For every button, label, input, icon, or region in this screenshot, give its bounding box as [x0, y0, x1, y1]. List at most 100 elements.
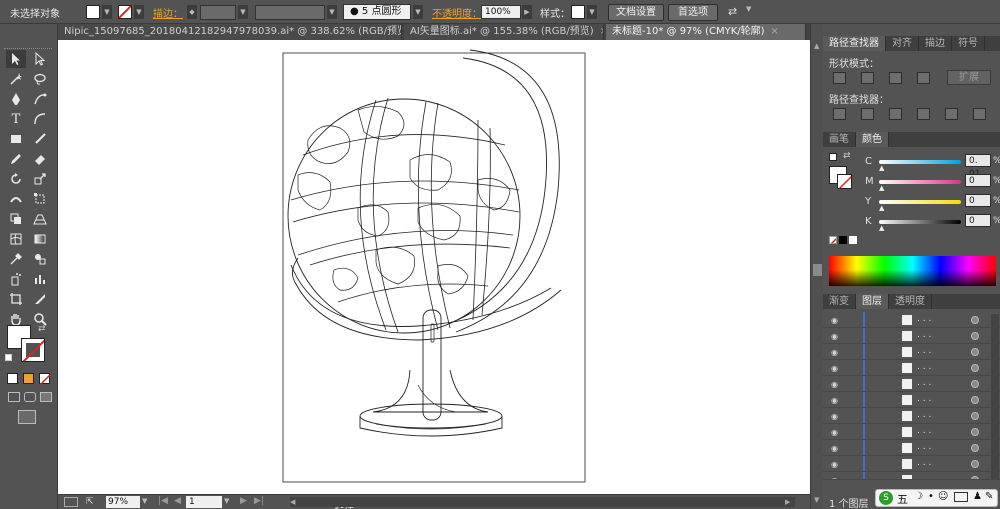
document-setup-button[interactable]: 文档设置	[608, 4, 664, 21]
artboard-dropdown-icon[interactable]: ▼	[224, 497, 229, 505]
minus-front-icon[interactable]	[861, 72, 874, 84]
stroke-weight-dropdown-icon[interactable]: ▼	[238, 5, 248, 19]
shape-builder-tool-icon[interactable]	[6, 210, 26, 228]
mesh-tool-icon[interactable]	[6, 230, 26, 248]
artwork-canvas[interactable]	[58, 40, 810, 494]
target-circle-icon[interactable]	[971, 444, 979, 452]
brush-definition-field[interactable]: ● 5 点圆形	[343, 4, 411, 20]
free-transform-tool-icon[interactable]	[30, 190, 50, 208]
black-swatch[interactable]	[839, 236, 847, 244]
cyan-slider[interactable]	[879, 160, 961, 164]
intersect-icon[interactable]	[889, 72, 902, 84]
trim-icon[interactable]	[861, 108, 874, 120]
layer-row[interactable]: ◉. . .	[823, 376, 1000, 392]
perspective-grid-tool-icon[interactable]	[30, 210, 50, 228]
variable-width-dropdown-icon[interactable]: ▼	[327, 5, 337, 19]
zoom-field[interactable]: 97%	[106, 496, 140, 508]
export-icon[interactable]: ⇱	[86, 497, 94, 507]
close-icon[interactable]: ×	[600, 26, 603, 37]
target-circle-icon[interactable]	[971, 348, 979, 356]
layer-row[interactable]: ◉. . .	[823, 392, 1000, 408]
visibility-eye-icon[interactable]: ◉	[831, 460, 838, 469]
symbol-sprayer-tool-icon[interactable]	[6, 270, 26, 288]
pencil-tool-icon[interactable]	[6, 150, 26, 168]
stroke-none-swatch[interactable]	[118, 5, 132, 19]
target-circle-icon[interactable]	[971, 364, 979, 372]
zoom-dropdown-icon[interactable]: ▼	[142, 497, 147, 505]
black-value-field[interactable]: 0	[965, 214, 991, 227]
minus-back-icon[interactable]	[973, 108, 986, 120]
layer-row[interactable]: ◉. . .	[823, 312, 1000, 328]
draw-normal-icon[interactable]	[8, 392, 20, 402]
arrange-dropdown-icon[interactable]: ▼	[746, 5, 751, 13]
tab-symbols[interactable]: 符号	[952, 36, 985, 51]
gradient-tool-icon[interactable]	[30, 230, 50, 248]
divide-icon[interactable]	[833, 108, 846, 120]
visibility-eye-icon[interactable]: ◉	[831, 476, 838, 479]
magenta-slider[interactable]	[879, 180, 961, 184]
black-slider-thumb-icon[interactable]: ▲	[879, 224, 884, 232]
stroke-dropdown-icon[interactable]: ▼	[134, 5, 144, 19]
direct-selection-tool-icon[interactable]	[30, 50, 50, 68]
first-artboard-icon[interactable]: |◀	[158, 496, 168, 506]
tab-stroke[interactable]: 描边	[919, 36, 952, 51]
visibility-eye-icon[interactable]: ◉	[831, 316, 838, 325]
layer-row[interactable]: ◉. . .	[823, 440, 1000, 456]
type-tool-icon[interactable]: T	[6, 110, 26, 128]
paintbrush-tool-icon[interactable]	[30, 130, 50, 148]
layer-row[interactable]: ◉. . .	[823, 472, 1000, 480]
draw-inside-icon[interactable]	[40, 392, 52, 402]
stroke-weight-field[interactable]	[200, 5, 236, 20]
unite-icon[interactable]	[833, 72, 846, 84]
magic-wand-tool-icon[interactable]	[6, 70, 26, 88]
tab-pathfinder[interactable]: 路径查找器	[823, 36, 886, 51]
horizontal-scrollbar[interactable]: ◀ ▶	[290, 497, 795, 507]
visibility-eye-icon[interactable]: ◉	[831, 332, 838, 341]
scroll-right-icon[interactable]: ▶	[785, 498, 790, 506]
brush-dropdown-icon[interactable]: ▼	[413, 5, 423, 19]
fill-swatch[interactable]	[86, 5, 100, 19]
visibility-eye-icon[interactable]: ◉	[831, 380, 838, 389]
layer-row[interactable]: ◉. . .	[823, 408, 1000, 424]
target-circle-icon[interactable]	[971, 396, 979, 404]
layer-row[interactable]: ◉. . .	[823, 360, 1000, 376]
color-spectrum[interactable]	[829, 256, 996, 286]
scale-tool-icon[interactable]	[30, 170, 50, 188]
screen-mode-icon[interactable]	[18, 410, 36, 424]
target-circle-icon[interactable]	[971, 428, 979, 436]
artboard-tool-icon[interactable]	[6, 290, 26, 308]
layer-row[interactable]: ◉. . .	[823, 328, 1000, 344]
ime-toolbar[interactable]: S 五 ☽ • ☺ ♟ ✎	[875, 489, 998, 507]
tools-icon[interactable]: ✎	[985, 491, 993, 502]
stroke-label[interactable]: 描边：	[153, 5, 183, 20]
visibility-eye-icon[interactable]: ◉	[831, 348, 838, 357]
prev-artboard-icon[interactable]: ◀	[174, 496, 181, 506]
none-swatch[interactable]	[829, 236, 837, 244]
default-fill-stroke-icon[interactable]	[829, 153, 837, 161]
style-swatch[interactable]	[571, 5, 585, 19]
none-mode-icon[interactable]	[39, 373, 52, 386]
tab-align[interactable]: 对齐	[886, 36, 919, 51]
layers-scrollbar[interactable]	[991, 314, 999, 479]
arc-tool-icon[interactable]	[30, 110, 50, 128]
selection-tool-icon[interactable]	[6, 50, 26, 68]
scroll-thumb[interactable]	[813, 264, 822, 276]
black-slider[interactable]	[879, 220, 961, 224]
artboard-nav-icon[interactable]	[64, 497, 78, 507]
emoji-icon[interactable]: ☺	[938, 491, 948, 502]
close-icon[interactable]: ×	[771, 26, 779, 37]
visibility-eye-icon[interactable]: ◉	[831, 396, 838, 405]
tab-brushes[interactable]: 画笔	[823, 132, 856, 147]
layer-row[interactable]: ◉. . .	[823, 344, 1000, 360]
tab-nipic[interactable]: Nipic_15097685_20180412182947978039.ai* …	[58, 24, 402, 40]
expand-button[interactable]: 扩展	[947, 70, 991, 85]
rotate-tool-icon[interactable]	[6, 170, 26, 188]
target-circle-icon[interactable]	[971, 380, 979, 388]
swap-fill-stroke-icon[interactable]: ⇄	[38, 324, 46, 334]
variable-width-field[interactable]	[255, 5, 325, 20]
outline-icon[interactable]	[945, 108, 958, 120]
punctuation-icon[interactable]: •	[928, 491, 934, 502]
scroll-down-icon[interactable]: ▼	[814, 496, 819, 504]
opacity-dropdown-icon[interactable]: ▶	[522, 5, 532, 19]
keyboard-icon[interactable]	[954, 492, 968, 502]
